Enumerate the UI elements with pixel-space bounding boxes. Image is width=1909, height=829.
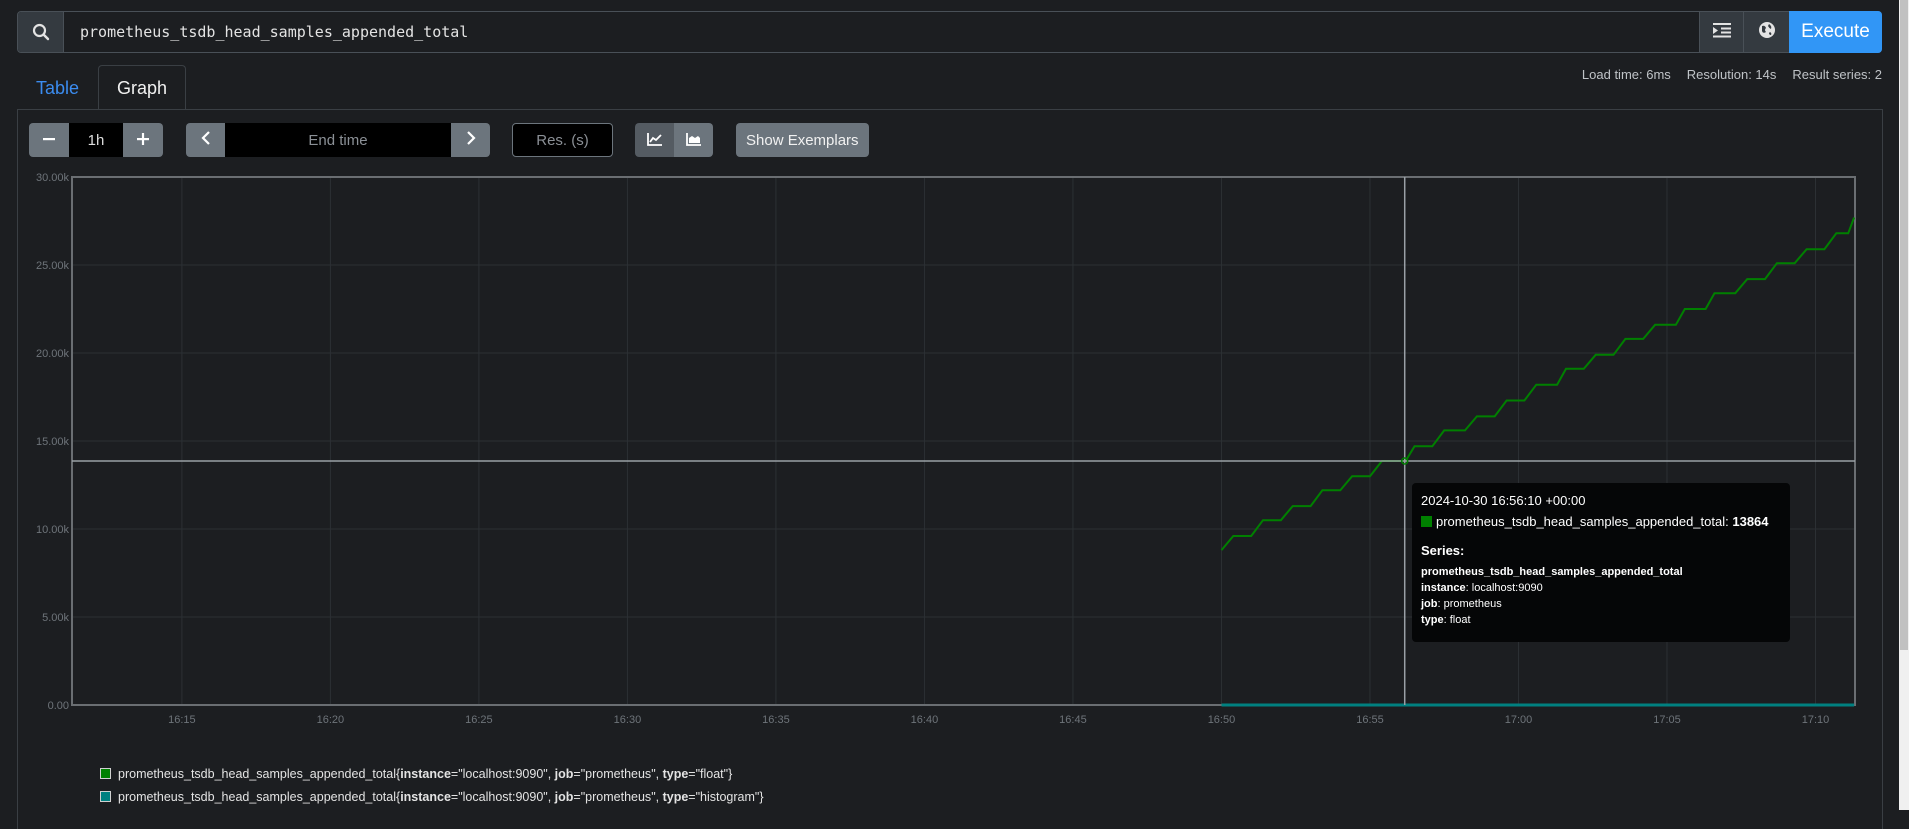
x-tick-label: 16:35 [762, 714, 790, 726]
legend-swatch [100, 791, 111, 802]
x-tick-label: 16:15 [168, 714, 196, 726]
legend-metric: prometheus_tsdb_head_samples_appended_to… [118, 766, 396, 781]
x-tick-label: 16:50 [1208, 714, 1236, 726]
tooltip-label-type: type: float [1421, 614, 1471, 626]
x-tick-label: 17:05 [1653, 714, 1681, 726]
tooltip-value: 13864 [1732, 514, 1769, 529]
tooltip-time: 2024-10-30 16:56:10 +00:00 [1421, 493, 1586, 508]
legend-item-float[interactable]: prometheus_tsdb_head_samples_appended_to… [100, 762, 764, 785]
tooltip-label-instance: instance: localhost:9090 [1421, 582, 1543, 594]
graph-chart[interactable]: 0.00 5.00k 10.00k 15.00k 20.00k 25.00k 30.00k 1… [0, 0, 1909, 760]
y-tick-label: 30.00k [36, 172, 70, 184]
y-tick-label: 20.00k [36, 348, 70, 360]
tooltip-series-name: prometheus_tsdb_head_samples_appended_to… [1421, 566, 1683, 578]
y-tick-label: 10.00k [36, 524, 70, 536]
x-tick-label: 17:10 [1802, 714, 1830, 726]
y-tick-label: 15.00k [36, 436, 70, 448]
x-tick-label: 17:00 [1505, 714, 1533, 726]
tooltip-series-heading: Series: [1421, 543, 1465, 558]
legend-item-histogram[interactable]: prometheus_tsdb_head_samples_appended_to… [100, 785, 764, 808]
tooltip-metric: prometheus_tsdb_head_samples_appended_to… [1436, 514, 1726, 529]
x-tick-label: 16:55 [1356, 714, 1384, 726]
x-tick-label: 16:20 [317, 714, 345, 726]
legend-metric: prometheus_tsdb_head_samples_appended_to… [118, 789, 396, 804]
x-tick-label: 16:25 [465, 714, 493, 726]
legend-swatch [100, 768, 111, 779]
y-tick-label: 25.00k [36, 260, 70, 272]
tooltip-label-job: job: prometheus [1421, 598, 1502, 610]
tooltip-value-row: prometheus_tsdb_head_samples_appended_to… [1421, 514, 1781, 529]
graph-legend: prometheus_tsdb_head_samples_appended_to… [100, 762, 764, 808]
y-tick-label: 0.00 [48, 700, 69, 712]
x-tick-label: 16:30 [614, 714, 642, 726]
y-tick-label: 5.00k [42, 612, 69, 624]
tooltip-series-swatch [1421, 516, 1432, 527]
x-tick-label: 16:40 [911, 714, 939, 726]
graph-tooltip: 2024-10-30 16:56:10 +00:00 prometheus_ts… [1412, 483, 1790, 642]
x-tick-label: 16:45 [1059, 714, 1087, 726]
